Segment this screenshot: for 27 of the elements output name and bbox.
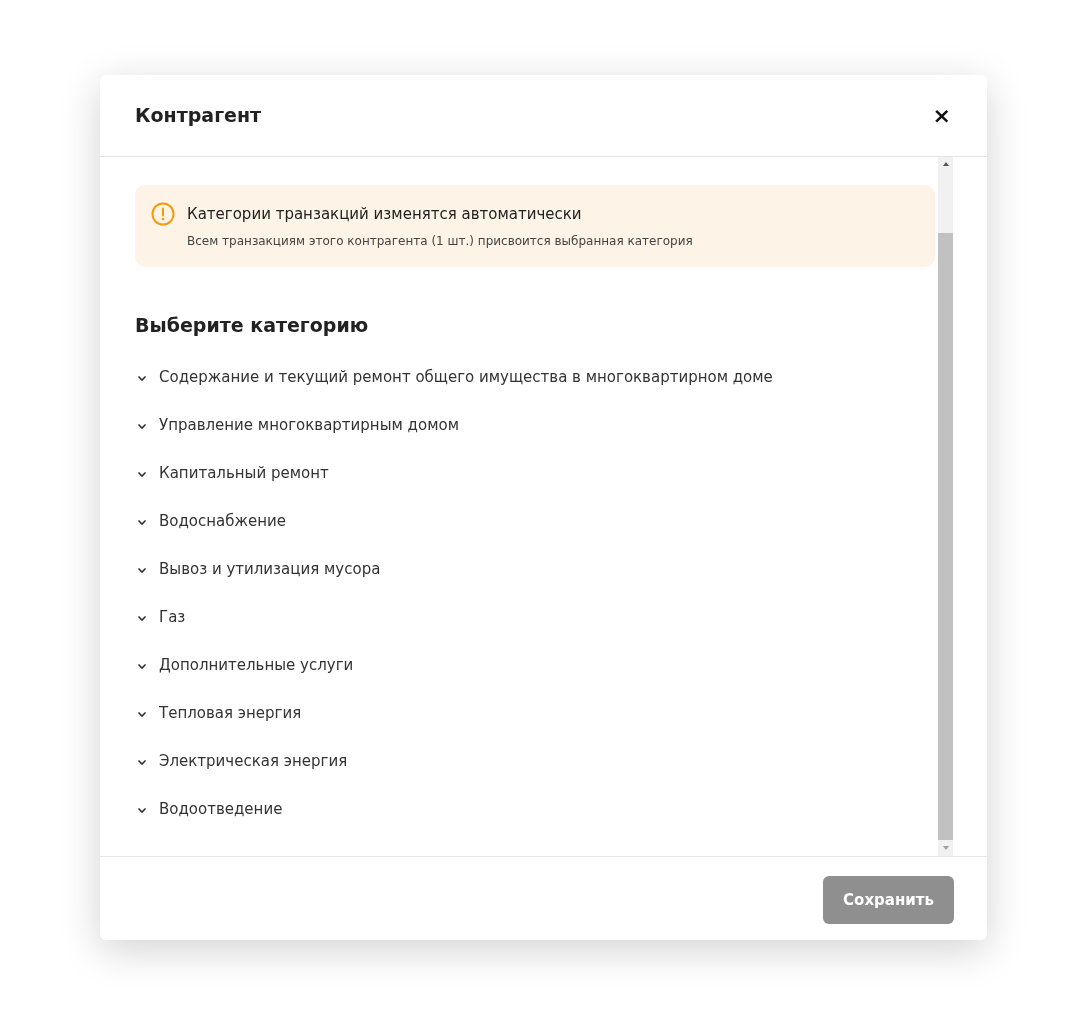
dialog-title: Контрагент <box>135 103 262 129</box>
category-item[interactable]: Электрическая энергия <box>135 737 935 786</box>
category-label: Водоотведение <box>159 799 283 821</box>
alert-title: Категории транзакций изменятся автоматически <box>187 204 583 225</box>
category-label: Тепловая энергия <box>159 703 302 725</box>
category-label: Капитальный ремонт <box>159 463 329 485</box>
warning-icon <box>151 202 175 226</box>
category-label: Дополнительные услуги <box>159 655 354 677</box>
category-item[interactable]: Водоснабжение <box>135 497 935 546</box>
category-item[interactable]: Газ <box>135 593 935 642</box>
close-button[interactable]: × <box>932 104 951 127</box>
category-label: Вывоз и утилизация мусора <box>159 559 381 581</box>
category-label: Газ <box>159 607 186 629</box>
category-label: Управление многоквартирным домом <box>159 415 459 437</box>
category-item[interactable]: Содержание и текущий ремонт общего имущества в многоквартирном доме <box>135 353 935 402</box>
category-item[interactable]: Водоотведение <box>135 785 935 834</box>
category-item[interactable]: Управление многоквартирным домом <box>135 401 935 450</box>
category-item[interactable]: Дополнительные услуги <box>135 641 935 690</box>
category-item[interactable]: Тепловая энергия <box>135 689 935 738</box>
category-label: Содержание и текущий ремонт общего имущества в многоквартирном доме <box>159 367 773 389</box>
category-item[interactable]: Вывоз и утилизация мусора <box>135 545 935 594</box>
category-label: Водоснабжение <box>159 511 287 533</box>
alert-text: Всем транзакциям этого контрагента (1 шт.) присвоится выбранная категория <box>187 232 693 250</box>
category-label: Электрическая энергия <box>159 751 348 773</box>
category-item[interactable]: Капитальный ремонт <box>135 449 935 498</box>
section-title: Выберите категорию <box>135 313 370 338</box>
scrollbar[interactable] <box>938 157 953 856</box>
